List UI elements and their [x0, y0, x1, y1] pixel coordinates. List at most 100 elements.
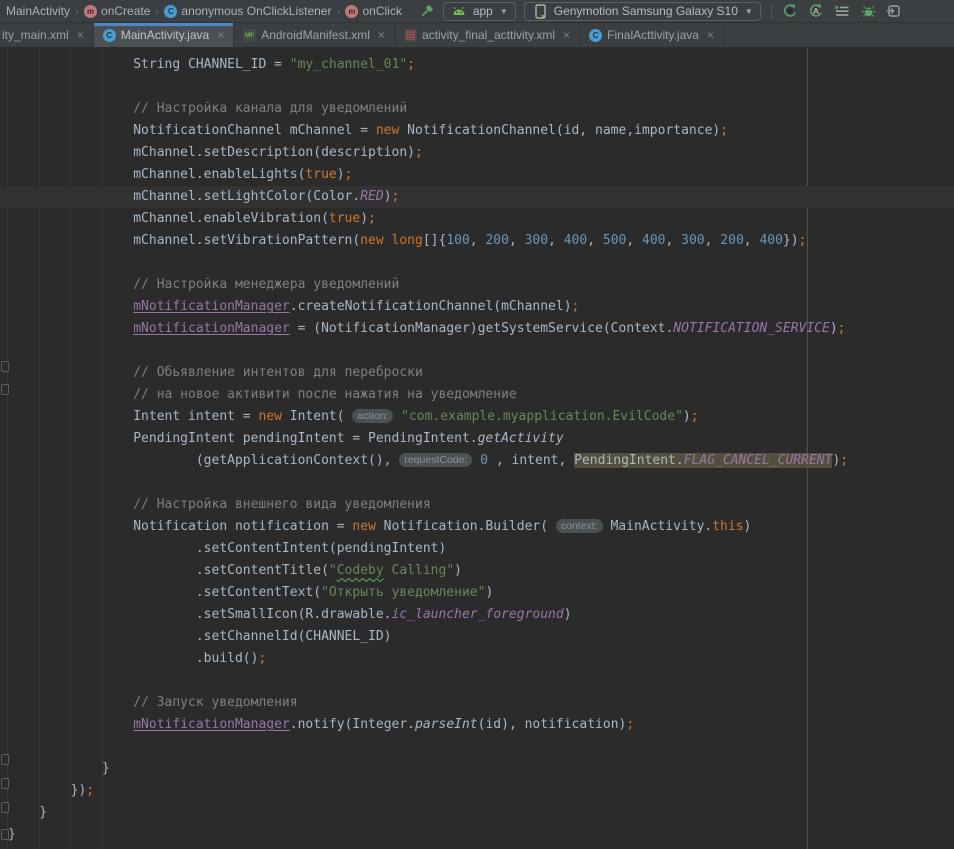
code-line[interactable]: (getApplicationContext(), requestCode: 0… [0, 450, 954, 472]
code-line[interactable]: // Настройка канала для уведомлений [0, 98, 954, 120]
build-hammer-icon[interactable] [418, 3, 435, 20]
code-line[interactable]: .setContentIntent(pendingIntent) [0, 538, 954, 560]
code-token: parseInt [415, 717, 478, 732]
code-token: Notification.Builder( [376, 519, 556, 534]
code-token: // Настройка внешнего вида уведомления [8, 497, 431, 512]
code-line[interactable]: .setContentTitle("Codeby Calling") [0, 560, 954, 582]
apply-code-changes-icon[interactable]: A [808, 3, 825, 20]
code-line[interactable]: // Настройка менеджера уведомлений [0, 274, 954, 296]
breadcrumb-separator: › [75, 4, 79, 18]
code-line[interactable] [0, 340, 954, 362]
code-token: .setChannelId(CHANNEL_ID) [8, 629, 392, 644]
class-icon: C [589, 29, 602, 42]
parameter-hint: context: [556, 519, 603, 533]
code-token: // Настройка менеджера уведомлений [8, 277, 399, 292]
tab-AndroidManifest.xml[interactable]: MFAndroidManifest.xml× [234, 23, 395, 47]
code-line[interactable]: mChannel.enableLights(true); [0, 164, 954, 186]
code-line[interactable]: mNotificationManager.createNotificationC… [0, 296, 954, 318]
code-line[interactable]: } [0, 758, 954, 780]
code-line[interactable]: }); [0, 780, 954, 802]
code-line[interactable]: mChannel.setDescription(description); [0, 142, 954, 164]
tab-label: FinalActtivity.java [607, 28, 699, 42]
code-token: long [392, 233, 423, 248]
device-selector[interactable]: Genymotion Samsung Galaxy S10 ▼ [524, 2, 761, 21]
code-token: } [8, 761, 110, 776]
code-token: ; [415, 145, 423, 160]
code-line[interactable]: // Запуск уведомления [0, 692, 954, 714]
code-token: ; [86, 783, 94, 798]
code-line[interactable]: NotificationChannel mChannel = new Notif… [0, 120, 954, 142]
code-line[interactable] [0, 76, 954, 98]
tab-MainActivity.java[interactable]: CMainActivity.java× [94, 23, 235, 47]
run-configuration-selector[interactable]: app ▼ [443, 2, 516, 21]
code-area[interactable]: String CHANNEL_ID = "my_channel_01"; // … [0, 48, 954, 846]
code-token: "my_channel_01" [290, 57, 407, 72]
close-icon[interactable]: × [707, 28, 714, 42]
breadcrumb-item[interactable]: Canonymous OnClickListener [164, 4, 331, 18]
code-line[interactable]: // на новое активити после нажатия на ув… [0, 384, 954, 406]
code-line[interactable]: .build(); [0, 648, 954, 670]
code-line[interactable]: // Настройка внешнего вида уведомления [0, 494, 954, 516]
code-token [8, 299, 133, 314]
debug-bug-icon[interactable] [860, 3, 877, 20]
code-token: Calling" [384, 563, 454, 578]
code-line[interactable]: mChannel.setVibrationPattern(new long[]{… [0, 230, 954, 252]
code-line[interactable] [0, 472, 954, 494]
code-line[interactable]: mNotificationManager.notify(Integer.pars… [0, 714, 954, 736]
code-line[interactable]: // Обьявление интентов для переброски [0, 362, 954, 384]
code-token: ; [258, 651, 266, 666]
breadcrumb-separator: › [336, 4, 340, 18]
android-icon [451, 3, 468, 20]
editor[interactable]: String CHANNEL_ID = "my_channel_01"; // … [0, 48, 954, 849]
code-line[interactable] [0, 670, 954, 692]
fold-marker[interactable] [1, 802, 9, 813]
code-token: , [587, 233, 603, 248]
code-token [8, 717, 133, 732]
list-icon[interactable] [834, 3, 851, 20]
code-token: , intent, [488, 453, 574, 468]
close-icon[interactable]: × [217, 28, 224, 42]
code-line[interactable]: Notification notification = new Notifica… [0, 516, 954, 538]
code-line[interactable]: mNotificationManager = (NotificationMana… [0, 318, 954, 340]
code-token: ) [454, 563, 462, 578]
fold-marker[interactable] [1, 829, 9, 840]
code-token: (id), notification) [478, 717, 627, 732]
breadcrumb-item[interactable]: monCreate [84, 4, 150, 18]
fold-marker[interactable] [1, 361, 9, 372]
parameter-hint: requestCode: [399, 453, 472, 467]
code-token: } [8, 805, 47, 820]
close-icon[interactable]: × [563, 28, 570, 42]
toolbar-separator [771, 4, 772, 19]
breadcrumb-item[interactable]: MainActivity [6, 4, 70, 18]
fold-marker[interactable] [1, 778, 9, 789]
close-icon[interactable]: × [77, 28, 84, 42]
tab-FinalActtivity.java[interactable]: C FinalActtivity.java × [580, 23, 724, 47]
code-line[interactable]: PendingIntent pendingIntent = PendingInt… [0, 428, 954, 450]
code-token: } [8, 827, 16, 842]
code-line[interactable]: Intent intent = new Intent( action: "com… [0, 406, 954, 428]
code-line[interactable]: } [0, 824, 954, 846]
code-token: mChannel.enableLights( [8, 167, 305, 182]
code-line[interactable]: mChannel.enableVibration(true); [0, 208, 954, 230]
code-line[interactable]: mChannel.setLightColor(Color.RED); [0, 186, 954, 208]
code-line[interactable]: .setChannelId(CHANNEL_ID) [0, 626, 954, 648]
code-line[interactable]: } [0, 802, 954, 824]
attach-debugger-icon[interactable] [886, 3, 903, 20]
run-configuration-label: app [473, 4, 493, 18]
tab-ity_main.xml[interactable]: ity_main.xml× [0, 23, 94, 47]
apply-changes-restart-icon[interactable] [782, 3, 799, 20]
code-token: }) [783, 233, 799, 248]
code-line[interactable] [0, 252, 954, 274]
fold-marker[interactable] [1, 754, 9, 765]
breadcrumb-label: onCreate [101, 4, 150, 18]
code-token: Codeby [337, 563, 384, 578]
code-token: }) [8, 783, 86, 798]
code-line[interactable] [0, 736, 954, 758]
breadcrumb-item[interactable]: monClick [345, 4, 401, 18]
code-line[interactable]: .setContentText("Открыть уведомление") [0, 582, 954, 604]
close-icon[interactable]: × [378, 28, 385, 42]
code-line[interactable]: String CHANNEL_ID = "my_channel_01"; [0, 54, 954, 76]
fold-marker[interactable] [1, 384, 9, 395]
tab-activity_final_acttivity.xml[interactable]: ▤activity_final_acttivity.xml× [395, 23, 580, 47]
code-line[interactable]: .setSmallIcon(R.drawable.ic_launcher_for… [0, 604, 954, 626]
